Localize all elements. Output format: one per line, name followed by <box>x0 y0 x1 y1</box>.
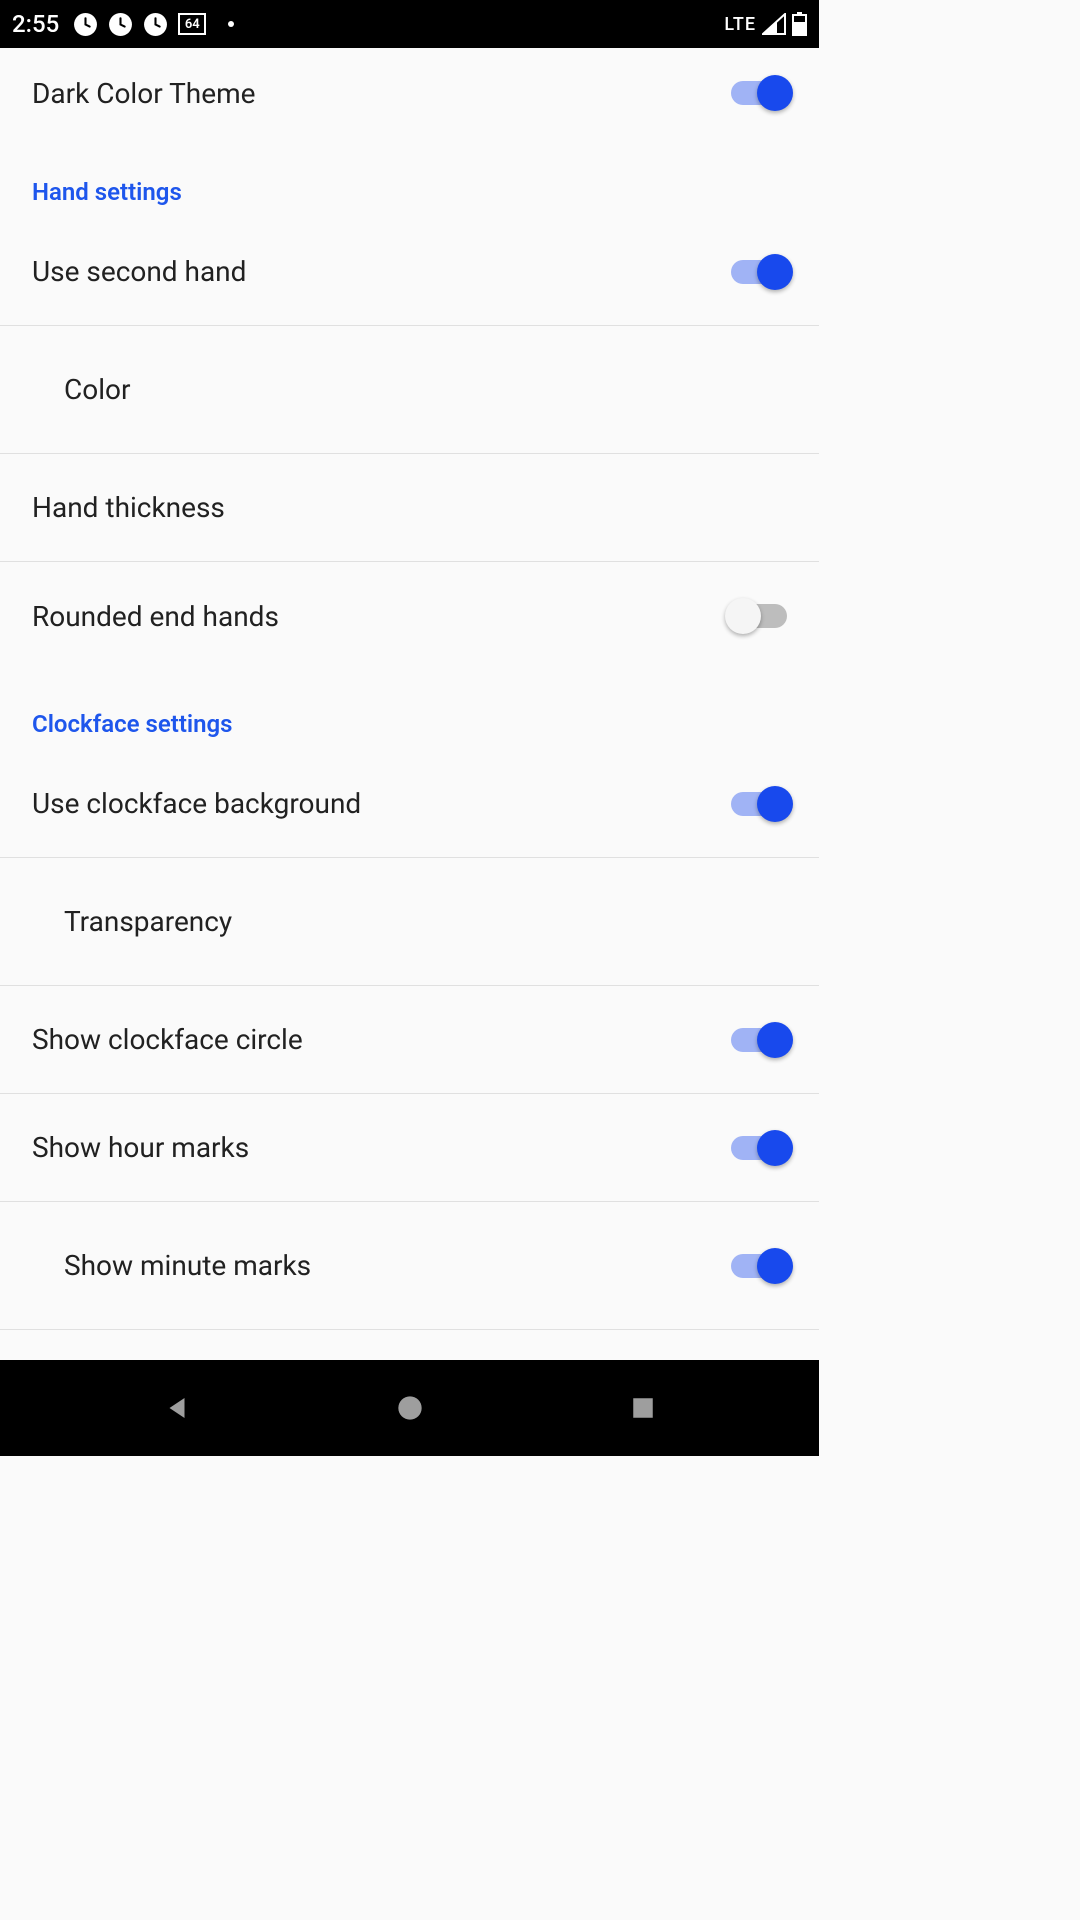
toggle-show-hour-marks[interactable] <box>731 1136 787 1160</box>
clock-icon <box>143 12 168 37</box>
section-header-hand: Hand settings <box>0 138 819 218</box>
recent-apps-button[interactable] <box>593 1360 693 1456</box>
setting-use-second-hand[interactable]: Use second hand <box>0 218 819 326</box>
setting-label: Rounded end hands <box>32 600 731 633</box>
setting-hand-thickness[interactable]: Hand thickness <box>0 454 819 562</box>
setting-show-clockface-circle[interactable]: Show clockface circle <box>0 986 819 1094</box>
setting-use-clockface-background[interactable]: Use clockface background <box>0 750 819 858</box>
toggle-use-clockface-background[interactable] <box>731 792 787 816</box>
setting-label: Use second hand <box>32 255 731 288</box>
setting-transparency[interactable]: Transparency <box>0 858 819 986</box>
toggle-dark-color-theme[interactable] <box>731 81 787 105</box>
battery-percent-icon: 64 <box>178 13 206 35</box>
section-header-clockface: Clockface settings <box>0 670 819 750</box>
setting-label: Use clockface background <box>32 787 731 820</box>
setting-label: Show hour marks <box>32 1131 731 1164</box>
toggle-use-second-hand[interactable] <box>731 260 787 284</box>
clock-icon <box>73 12 98 37</box>
toggle-rounded-end-hands[interactable] <box>731 604 787 628</box>
setting-color[interactable]: Color <box>0 326 819 454</box>
navigation-bar <box>0 1360 819 1456</box>
toggle-thumb <box>725 598 761 634</box>
battery-icon <box>792 12 807 36</box>
setting-show-hour-marks[interactable]: Show hour marks <box>0 1094 819 1202</box>
recent-apps-icon <box>630 1395 656 1421</box>
setting-label: Color <box>32 373 787 406</box>
toggle-show-minute-marks[interactable] <box>731 1254 787 1278</box>
toggle-thumb <box>757 1130 793 1166</box>
setting-show-minute-marks[interactable]: Show minute marks <box>0 1202 819 1330</box>
notification-dot-icon <box>228 21 234 27</box>
settings-list[interactable]: Dark Color Theme Hand settings Use secon… <box>0 48 819 1360</box>
setting-dark-color-theme[interactable]: Dark Color Theme <box>0 48 819 138</box>
home-icon <box>396 1394 424 1422</box>
toggle-thumb <box>757 1022 793 1058</box>
network-label: LTE <box>724 14 756 35</box>
home-button[interactable] <box>360 1360 460 1456</box>
setting-label: Show minute marks <box>32 1249 731 1282</box>
toggle-thumb <box>757 1248 793 1284</box>
clock-icon <box>108 12 133 37</box>
signal-icon <box>762 13 786 35</box>
setting-label: Show clockface circle <box>32 1023 731 1056</box>
status-time: 2:55 <box>12 10 59 38</box>
back-button[interactable] <box>127 1360 227 1456</box>
setting-label: Dark Color Theme <box>32 77 731 110</box>
setting-rounded-end-hands[interactable]: Rounded end hands <box>0 562 819 670</box>
setting-label: Hand thickness <box>32 491 787 524</box>
back-icon <box>162 1393 192 1423</box>
setting-label: Transparency <box>32 905 787 938</box>
toggle-show-clockface-circle[interactable] <box>731 1028 787 1052</box>
status-bar: 2:55 64 LTE <box>0 0 819 48</box>
toggle-thumb <box>757 75 793 111</box>
toggle-thumb <box>757 254 793 290</box>
toggle-thumb <box>757 786 793 822</box>
